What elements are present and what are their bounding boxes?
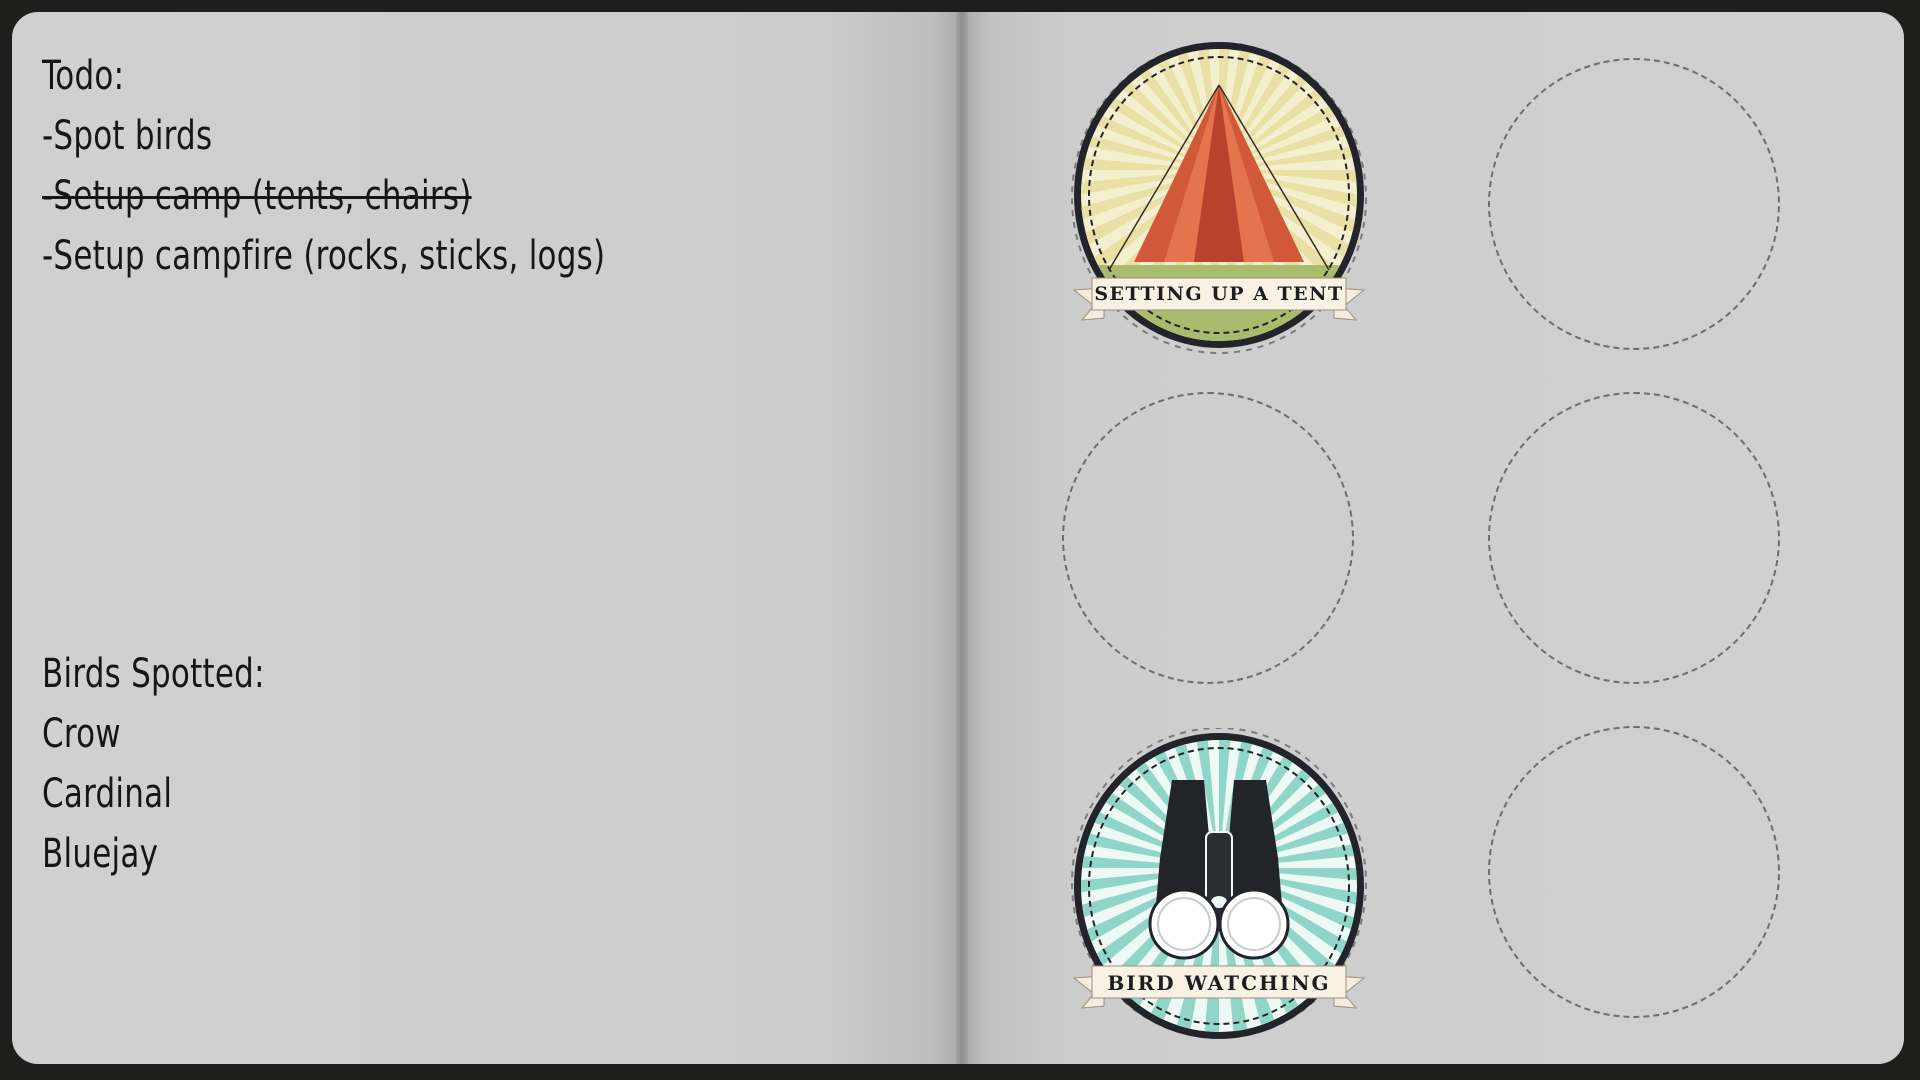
badge-label: SETTING UP A TENT [1094, 283, 1344, 305]
badge-slot-empty[interactable] [1488, 392, 1780, 684]
binoculars-icon [1071, 728, 1367, 1039]
badge-slot-empty[interactable] [1062, 392, 1354, 684]
notebook: Todo: -Spot birds -Setup camp (tents, ch… [12, 12, 1904, 1064]
bird-entry-crow: Crow [42, 711, 121, 757]
todo-item-setup-camp[interactable]: -Setup camp (tents, chairs) [42, 176, 472, 216]
badge-slot-empty[interactable] [1488, 726, 1780, 1018]
birds-heading: Birds Spotted: [42, 651, 265, 697]
badge-setting-up-a-tent[interactable]: SETTING UP A TENT [1054, 40, 1384, 360]
bird-entry-cardinal: Cardinal [42, 771, 173, 817]
tent-icon [1071, 42, 1367, 354]
todo-item-setup-campfire[interactable]: -Setup campfire (rocks, sticks, logs) [42, 236, 605, 276]
badge-bird-watching[interactable]: BIRD WATCHING [1054, 728, 1384, 1048]
bird-entry-bluejay: Bluejay [42, 831, 159, 877]
todo-heading: Todo: [42, 53, 125, 99]
badge-slot-empty[interactable] [1488, 58, 1780, 350]
notebook-spine [956, 12, 968, 1064]
todo-item-spot-birds[interactable]: -Spot birds [42, 116, 212, 156]
left-page: Todo: -Spot birds -Setup camp (tents, ch… [12, 12, 962, 1064]
right-page: SETTING UP A TENT BIRD WATCHING [962, 12, 1904, 1064]
badge-label: BIRD WATCHING [1107, 971, 1331, 995]
